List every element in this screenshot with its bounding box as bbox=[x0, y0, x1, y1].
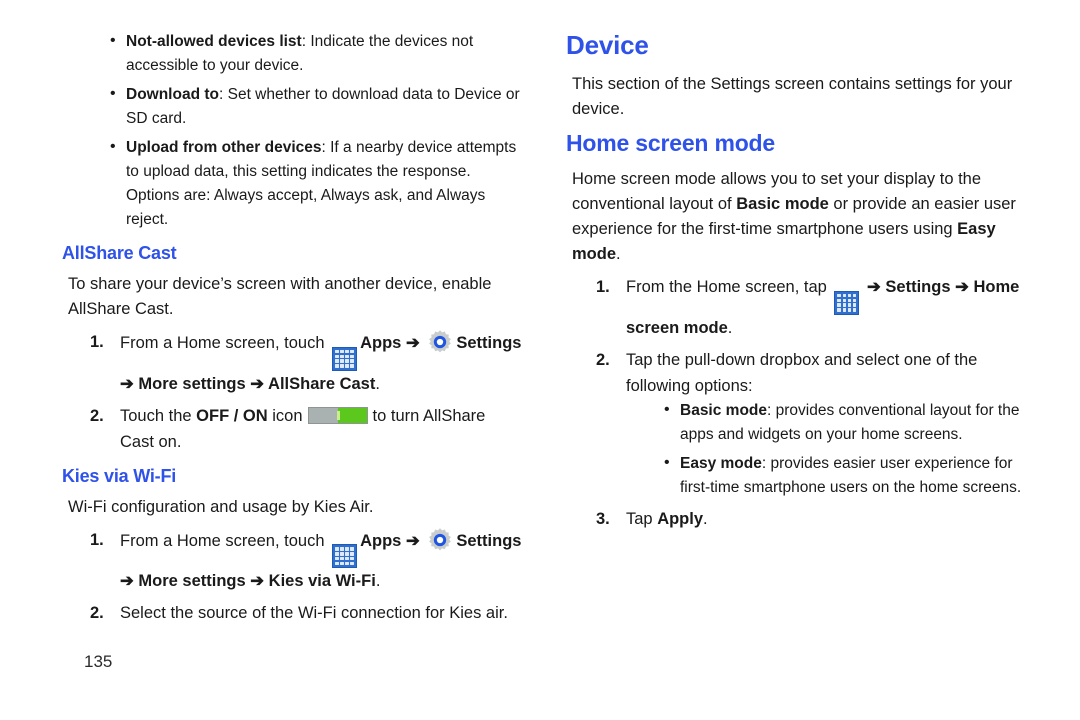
intro-bold-basic-mode: Basic mode bbox=[736, 195, 829, 213]
settings-label: Settings bbox=[456, 334, 522, 352]
step-number: 2. bbox=[90, 604, 104, 623]
gear-icon bbox=[429, 527, 452, 551]
step-text: From a Home screen, touch bbox=[120, 334, 325, 352]
top-bullet-list: Not-allowed devices list: Indicate the d… bbox=[110, 29, 522, 232]
device-intro-text: This section of the Settings screen cont… bbox=[572, 75, 1013, 118]
gear-icon bbox=[429, 330, 452, 353]
step-continuation: ➔ More settings ➔ AllShare Cast bbox=[120, 374, 376, 393]
list-item: 2. Touch the OFF / ON icon to turn AllShar… bbox=[76, 403, 522, 455]
section-heading-allshare-cast: AllShare Cast bbox=[62, 243, 177, 263]
list-item: 2. Select the source of the Wi-Fi connect… bbox=[76, 600, 522, 626]
page-number: 135 bbox=[84, 652, 113, 671]
section-heading-device: Device bbox=[566, 30, 649, 60]
icon-word: icon bbox=[272, 406, 303, 425]
step-text: Tap bbox=[626, 509, 658, 528]
apps-grid-icon bbox=[834, 290, 860, 315]
home-screen-mode-options: Basic mode: provides conventional layout… bbox=[664, 398, 1026, 500]
step-text: From the Home screen, tap bbox=[626, 278, 827, 296]
allshare-steps: 1. From a Home screen, touch Apps ➔ Setti… bbox=[76, 329, 522, 455]
section-heading-kies-via-wifi: Kies via Wi-Fi bbox=[62, 465, 177, 486]
bullet-term: Download to bbox=[126, 86, 219, 103]
home-screen-mode-intro: Home screen mode allows you to set your … bbox=[572, 167, 1026, 267]
apps-grid-icon bbox=[332, 544, 358, 569]
option-term: Easy mode bbox=[680, 454, 762, 472]
list-item: 2. Tap the pull-down dropbox and select o… bbox=[582, 347, 1026, 500]
intro-part-3: . bbox=[616, 245, 621, 263]
step-number: 1. bbox=[90, 530, 104, 549]
step-text: From a Home screen, touch bbox=[120, 531, 325, 550]
list-item: Basic mode: provides conventional layout… bbox=[664, 398, 1026, 447]
arrow-glyph: ➔ bbox=[405, 531, 420, 550]
settings-label: Settings bbox=[456, 531, 522, 550]
list-item: 3. Tap Apply. bbox=[582, 506, 1026, 532]
step-number: 2. bbox=[90, 406, 104, 425]
step-period: . bbox=[375, 572, 381, 591]
list-item: 1. From the Home screen, tap ➔ Settings ➔… bbox=[582, 274, 1026, 341]
step-number: 3. bbox=[596, 509, 610, 528]
arrow-glyph: ➔ bbox=[405, 334, 420, 352]
step-period: . bbox=[727, 318, 733, 337]
step-period: . bbox=[703, 509, 708, 528]
step-number: 1. bbox=[596, 278, 610, 296]
step-number: 1. bbox=[90, 333, 104, 351]
offon-label: OFF / ON bbox=[196, 406, 268, 425]
list-item: 1. From a Home screen, touch Apps ➔ Setti… bbox=[76, 527, 522, 595]
step-text: Tap the pull-down dropbox and select one… bbox=[626, 350, 978, 395]
left-column: Not-allowed devices list: Indicate the d… bbox=[62, 29, 522, 632]
list-item: Download to: Set whether to download dat… bbox=[110, 82, 522, 131]
list-item: Easy mode: provides easier user experien… bbox=[664, 451, 1026, 500]
apps-grid-icon bbox=[332, 346, 358, 371]
list-item: Upload from other devices: If a nearby d… bbox=[110, 135, 522, 232]
step-continuation: ➔ More settings ➔ Kies via Wi-Fi bbox=[120, 572, 376, 591]
step-text: Touch the bbox=[120, 406, 192, 425]
apps-label: Apps bbox=[360, 531, 402, 550]
list-item: Not-allowed devices list: Indicate the d… bbox=[110, 29, 522, 78]
apply-label: Apply bbox=[657, 509, 704, 528]
manual-page: Not-allowed devices list: Indicate the d… bbox=[0, 0, 1080, 720]
bullet-term: Not-allowed devices list bbox=[126, 33, 302, 50]
home-screen-mode-steps: 1. From the Home screen, tap ➔ Settings ➔… bbox=[582, 274, 1026, 532]
list-item: 1. From a Home screen, touch Apps ➔ Setti… bbox=[76, 329, 522, 397]
kies-steps: 1. From a Home screen, touch Apps ➔ Setti… bbox=[76, 527, 522, 627]
section-heading-home-screen-mode: Home screen mode bbox=[566, 130, 775, 156]
toggle-switch-icon bbox=[307, 406, 368, 424]
right-column: Device This section of the Settings scre… bbox=[566, 30, 1026, 538]
bullet-term: Upload from other devices bbox=[126, 139, 322, 156]
option-term: Basic mode bbox=[680, 401, 768, 419]
kies-intro-text: Wi-Fi configuration and usage by Kies Ai… bbox=[68, 497, 374, 516]
apps-label: Apps bbox=[360, 334, 402, 352]
allshare-intro-text: To share your device’s screen with anoth… bbox=[68, 275, 492, 318]
step-text: Select the source of the Wi-Fi connectio… bbox=[120, 604, 508, 623]
step-number: 2. bbox=[596, 350, 610, 369]
step-period: . bbox=[375, 374, 380, 393]
